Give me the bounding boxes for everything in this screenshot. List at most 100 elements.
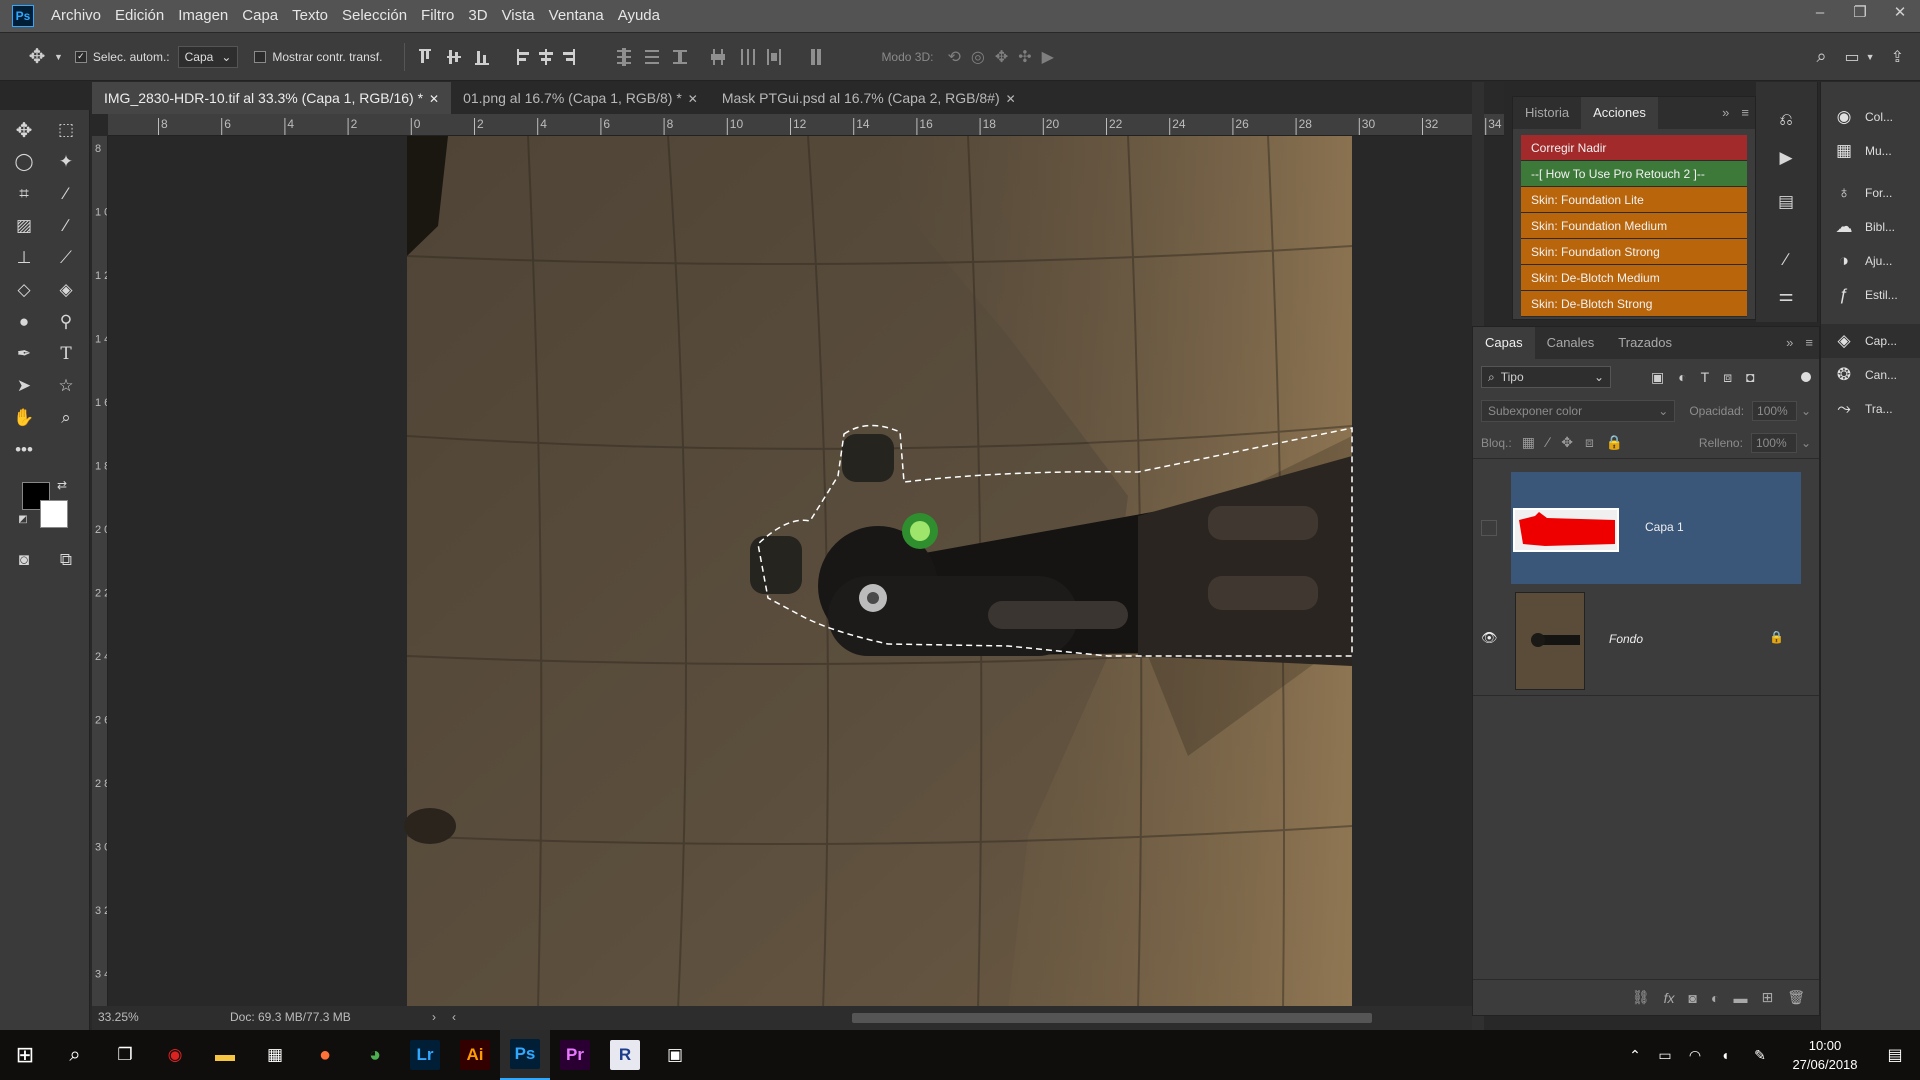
zoom-level[interactable]: 33.25% — [98, 1010, 139, 1024]
photos-app-icon[interactable]: ▣ — [650, 1030, 700, 1080]
healing-brush-icon[interactable]: ▨ — [8, 212, 40, 240]
shape-tool-icon[interactable]: ☆ — [50, 372, 82, 400]
tray-chevron-icon[interactable]: ⌃ — [1620, 1030, 1650, 1080]
brush-panel-icon[interactable]: ∕ — [1770, 246, 1802, 274]
photoshop-app[interactable]: Ps — [500, 1030, 550, 1080]
trash-icon[interactable]: 🗑 — [1787, 989, 1805, 1006]
volume-icon[interactable]: ◖ — [1710, 1030, 1740, 1080]
calculator-icon[interactable]: ▦ — [250, 1030, 300, 1080]
close-button[interactable]: ✕ — [1880, 0, 1920, 28]
pen-tool-icon[interactable]: ✒ — [8, 340, 40, 368]
tab-capas[interactable]: Capas — [1473, 327, 1535, 359]
auto-select-checkbox[interactable]: ✓ — [74, 50, 87, 63]
layer-filter-dropdown[interactable]: ⌕ Tipo ⌄ — [1481, 366, 1611, 388]
default-colors-icon[interactable]: ◩ — [14, 510, 32, 528]
new-group-icon[interactable]: ▬ — [1733, 990, 1747, 1006]
action-item[interactable]: Corregir Nadir — [1521, 135, 1747, 161]
search-icon[interactable]: ⌕ — [1816, 46, 1826, 67]
tab-trazados[interactable]: Trazados — [1606, 327, 1684, 359]
panel-libraries[interactable]: ☁ Bibl... — [1821, 210, 1920, 244]
path-selection-icon[interactable]: ➤ — [8, 372, 40, 400]
menu-ayuda[interactable]: Ayuda — [611, 0, 667, 32]
status-menu-arrow-icon[interactable]: › — [432, 1010, 436, 1024]
clock[interactable]: 10:00 27/06/2018 — [1780, 1036, 1870, 1074]
wifi-icon[interactable]: ◠ — [1680, 1030, 1710, 1080]
layer-row[interactable]: 👁 Fondo 🔒 — [1473, 584, 1819, 696]
scroll-left-icon[interactable]: ‹ — [452, 1010, 456, 1024]
brush-settings-icon[interactable]: ⚌ — [1770, 282, 1802, 310]
hand-tool-icon[interactable]: ✋ — [8, 404, 40, 432]
blend-mode-dropdown[interactable]: Subexponer color ⌄ — [1481, 400, 1676, 422]
chrome-icon[interactable]: ◕ — [350, 1030, 400, 1080]
menu-edicion[interactable]: Edición — [108, 0, 171, 32]
layer-name[interactable]: Fondo — [1609, 632, 1643, 646]
panel-learn[interactable]: ♁ For... — [1821, 176, 1920, 210]
menu-capa[interactable]: Capa — [235, 0, 285, 32]
chevron-down-icon[interactable]: ⌄ — [1801, 436, 1811, 450]
notifications-icon[interactable]: ▤ — [1870, 1030, 1920, 1080]
share-icon[interactable]: ⇪ — [1891, 47, 1904, 67]
adjustment-layer-icon[interactable]: ◐ — [1711, 990, 1719, 1006]
actions-play-icon[interactable]: ▶ — [1770, 144, 1802, 172]
tab-canales[interactable]: Canales — [1535, 327, 1607, 359]
eyedropper-icon[interactable]: ⁄ — [50, 180, 82, 208]
opacity-input[interactable]: 100% — [1752, 401, 1797, 421]
firefox-icon[interactable]: ● — [300, 1030, 350, 1080]
menu-texto[interactable]: Texto — [285, 0, 335, 32]
close-icon[interactable]: ✕ — [688, 92, 698, 106]
eraser-icon[interactable]: ◇ — [8, 276, 40, 304]
menu-ventana[interactable]: Ventana — [542, 0, 611, 32]
action-item[interactable]: Skin: Foundation Strong — [1521, 239, 1747, 265]
menu-filtro[interactable]: Filtro — [414, 0, 461, 32]
auto-select-dropdown[interactable]: Capa ⌄ — [177, 45, 239, 68]
zoom-tool-icon[interactable]: ⌕ — [50, 404, 82, 432]
tab-img-2830[interactable]: IMG_2830-HDR-10.tif al 33.3% (Capa 1, RG… — [92, 82, 452, 114]
panel-expand-icon[interactable]: » — [1780, 327, 1799, 359]
history-panel-icon[interactable]: ⎌ — [1770, 106, 1802, 134]
minimize-button[interactable]: – — [1800, 0, 1840, 28]
canvas-area[interactable] — [108, 136, 1472, 1010]
more-tools-icon[interactable]: ••• — [8, 436, 40, 464]
panel-channels[interactable]: ❂ Can... — [1821, 358, 1920, 392]
close-icon[interactable]: ✕ — [1006, 92, 1016, 106]
layer-row[interactable]: Capa 1 — [1473, 472, 1819, 584]
battery-icon[interactable]: ▭ — [1650, 1030, 1680, 1080]
align-icons[interactable] — [413, 45, 613, 69]
document-image[interactable] — [108, 136, 1472, 1010]
windows-start-icon[interactable]: ⊞ — [0, 1030, 50, 1080]
tab-historia[interactable]: Historia — [1513, 97, 1581, 129]
lock-icons[interactable]: ▦∕✥⧈🔒 — [1522, 434, 1636, 451]
properties-panel-icon[interactable]: ▤ — [1770, 188, 1802, 216]
fx-icon[interactable]: fx — [1664, 990, 1675, 1006]
dodge-tool-icon[interactable]: ⚲ — [50, 308, 82, 336]
magic-wand-icon[interactable]: ✦ — [50, 148, 82, 176]
crop-tool-icon[interactable]: ⌗ — [8, 180, 40, 208]
close-icon[interactable]: ✕ — [429, 92, 439, 106]
task-view-icon[interactable]: ❐ — [100, 1030, 150, 1080]
link-layers-icon[interactable]: ⛓ — [1632, 989, 1650, 1006]
panel-adjustments[interactable]: ◑ Aju... — [1821, 244, 1920, 278]
tab-acciones[interactable]: Acciones — [1581, 97, 1658, 129]
file-explorer-icon[interactable]: ▬ — [200, 1030, 250, 1080]
layer-name[interactable]: Capa 1 — [1645, 520, 1684, 534]
layer-filter-icons[interactable]: ▣◐T⧈◘ — [1651, 369, 1769, 386]
action-item[interactable]: Skin: Foundation Lite — [1521, 187, 1747, 213]
menu-imagen[interactable]: Imagen — [171, 0, 235, 32]
workspace-icon[interactable]: ▭ — [1845, 47, 1860, 67]
move-tool-icon[interactable]: ✥ — [8, 116, 40, 144]
marquee-tool-icon[interactable]: ⬚ — [50, 116, 82, 144]
media-app-icon[interactable]: ◉ — [150, 1030, 200, 1080]
panel-expand-icon[interactable]: » — [1716, 97, 1735, 129]
distribute-icons[interactable] — [613, 45, 873, 69]
tool-preset-chevron-icon[interactable]: ▼ — [54, 52, 63, 62]
pen-icon[interactable]: ✎ — [1740, 1030, 1780, 1080]
panel-menu-icon[interactable]: ≡ — [1799, 327, 1819, 359]
lightroom-app[interactable]: Lr — [400, 1030, 450, 1080]
restore-button[interactable]: ❐ — [1840, 0, 1880, 28]
panel-layers[interactable]: ◈ Cap... — [1821, 324, 1920, 358]
type-tool-icon[interactable]: T — [50, 340, 82, 368]
lasso-tool-icon[interactable]: ◯ — [8, 148, 40, 176]
visibility-toggle[interactable] — [1481, 520, 1497, 536]
menu-3d[interactable]: 3D — [461, 0, 494, 32]
tab-01-png[interactable]: 01.png al 16.7% (Capa 1, RGB/8) * ✕ — [451, 82, 710, 114]
